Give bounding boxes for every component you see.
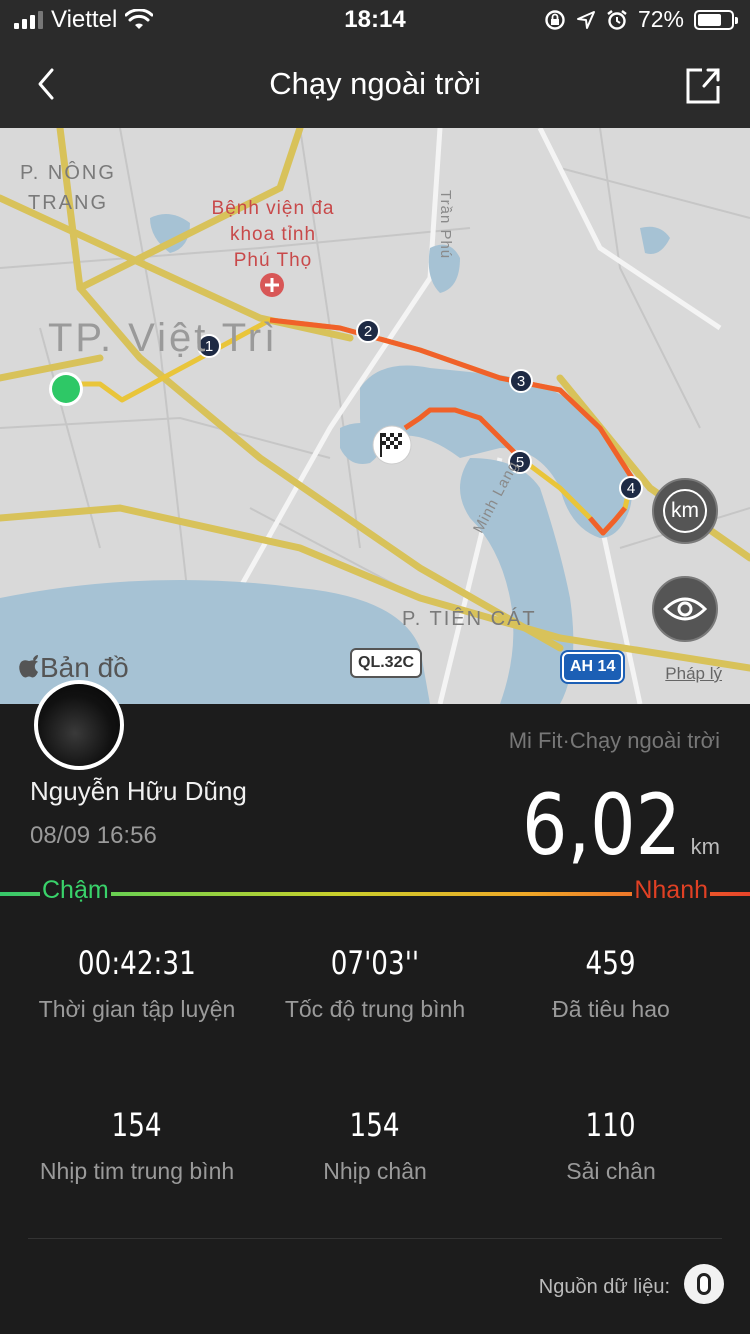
- stat-avg-heart-rate: 154 Nhịp tim trung bình: [12, 1106, 262, 1185]
- stat-value: 154: [111, 1106, 163, 1144]
- road-badge-ah14: AH 14: [562, 652, 624, 682]
- data-source-label: Nguồn dữ liệu:: [538, 1276, 670, 1298]
- pace-scale: Chậm Nhanh: [0, 876, 750, 905]
- activity-date: 08/09 16:56: [30, 822, 157, 849]
- user-name: Nguyễn Hữu Dũng: [30, 776, 247, 806]
- stat-stride: 110 Sải chân: [486, 1106, 736, 1185]
- pace-fast-label: Nhanh: [632, 876, 710, 905]
- stat-avg-pace: 07'03'' Tốc độ trung bình: [250, 944, 500, 1023]
- map-label-nong-trang-2: TRANG: [28, 192, 108, 214]
- road-badge-ql32c: QL.32C: [350, 648, 423, 678]
- hospital-label-2: khoa tỉnh: [229, 224, 317, 245]
- km-marker-4: 4: [627, 480, 635, 497]
- legal-link[interactable]: Pháp lý: [665, 664, 722, 684]
- eye-icon: [663, 597, 707, 621]
- route-map[interactable]: 1 2 3 4 5 P. NÔNG TRANG TP. Việt Trì Bện…: [0, 128, 750, 704]
- hospital-label-3: Phú Thọ: [233, 250, 313, 271]
- stat-label: Sải chân: [566, 1158, 656, 1184]
- source-app-label: Mi Fit·Chạy ngoài trời: [508, 728, 720, 753]
- stat-label: Nhịp tim trung bình: [39, 1158, 235, 1184]
- rotation-lock-icon: [545, 9, 565, 30]
- page-title: Chạy ngoài trời: [269, 66, 481, 101]
- stat-value: 110: [585, 1106, 637, 1144]
- map-label-city: TP. Việt Trì: [48, 316, 279, 360]
- attribution-label: Bản đồ: [40, 652, 129, 683]
- stat-value: 07'03'': [330, 944, 420, 982]
- map-label-tien-cat: P. TIÊN CÁT: [402, 608, 537, 630]
- km-marker-2: 2: [364, 323, 372, 340]
- hospital-label-1: Bệnh viện đa: [211, 198, 335, 219]
- km-button-label: km: [663, 489, 707, 533]
- distance-unit: km: [690, 834, 720, 859]
- stat-duration: 00:42:31 Thời gian tập luyện: [12, 944, 262, 1023]
- stat-value: 154: [349, 1106, 401, 1144]
- stat-cadence: 154 Nhịp chân: [250, 1106, 500, 1185]
- stat-value: 00:42:31: [78, 944, 196, 982]
- stat-label: Thời gian tập luyện: [38, 996, 236, 1022]
- km-toggle-button[interactable]: km: [652, 478, 718, 544]
- map-label-nong-trang-1: P. NÔNG: [20, 162, 116, 184]
- nav-bar: Chạy ngoài trời: [0, 40, 750, 128]
- divider: [28, 1238, 722, 1239]
- share-icon[interactable]: [682, 62, 722, 106]
- stat-label: Đã tiêu hao: [552, 996, 670, 1022]
- battery-icon: [694, 9, 738, 30]
- stat-label: Nhịp chân: [323, 1158, 427, 1184]
- km-marker-3: 3: [517, 373, 525, 390]
- distance-display: 6,02 km: [494, 776, 720, 874]
- alarm-icon: [607, 9, 627, 30]
- hospital-label: Bệnh viện đa khoa tỉnh Phú Thọ: [205, 196, 341, 274]
- battery-percent: 72%: [637, 6, 684, 32]
- visibility-toggle-button[interactable]: [652, 576, 718, 642]
- status-bar: Viettel 18:14 72%: [0, 0, 750, 40]
- distance-value: 6,02: [521, 776, 681, 874]
- location-icon: [576, 10, 595, 29]
- apple-maps-attribution: Bản đồ: [18, 652, 129, 684]
- stat-calories: 459 Đã tiêu hao: [486, 944, 736, 1023]
- mi-band-icon[interactable]: [684, 1264, 724, 1304]
- stat-label: Tốc độ trung bình: [284, 996, 466, 1022]
- avatar[interactable]: [34, 680, 124, 770]
- pace-slow-label: Chậm: [40, 876, 111, 905]
- road-label-tran-phu: Trần Phú: [437, 190, 454, 260]
- apple-icon: [19, 655, 38, 678]
- stat-value: 459: [585, 944, 637, 982]
- map-base: 1 2 3 4 5: [0, 128, 750, 704]
